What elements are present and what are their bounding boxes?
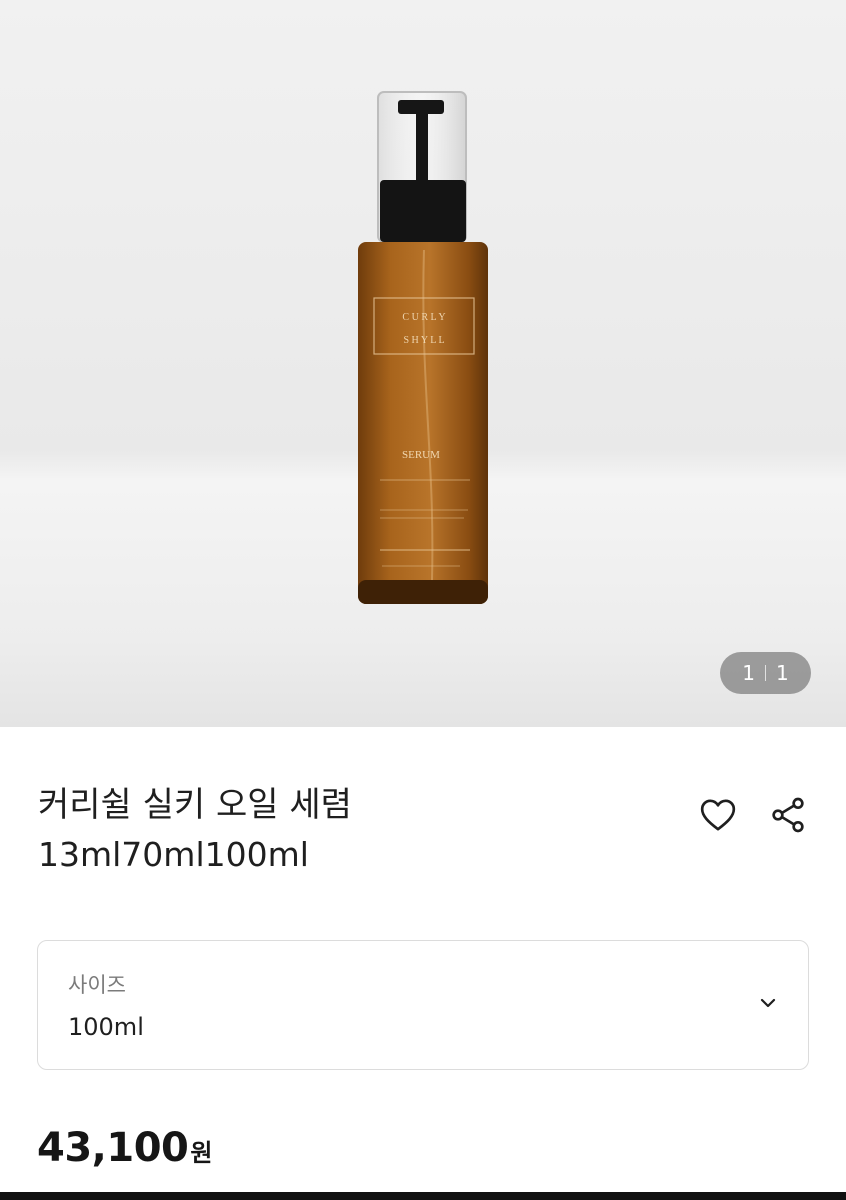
image-page-indicator: 1 1 [720,652,811,694]
page-separator [765,665,766,681]
product-image-carousel[interactable]: C U R L Y S H Y L L SERUM 1 1 [0,0,846,727]
like-button[interactable] [696,793,740,837]
svg-text:SERUM: SERUM [402,449,440,461]
product-price: 43,100 원 [37,1125,212,1171]
svg-text:C U R L Y: C U R L Y [402,312,445,323]
heart-icon [700,799,736,831]
share-icon [772,797,804,833]
price-amount: 43,100 [37,1125,189,1171]
product-image: C U R L Y S H Y L L SERUM [358,91,488,604]
svg-text:S H Y L L: S H Y L L [403,335,444,346]
product-title: 커리쉴 실키 오일 세렴 [38,785,352,825]
chevron-down-icon [760,998,776,1008]
bottom-edge-bar [0,1192,846,1200]
page-current: 1 [742,661,755,685]
share-button[interactable] [766,793,810,837]
page-total: 1 [776,661,789,685]
price-currency-unit: 원 [190,1139,213,1167]
product-subtitle: 13ml70ml100ml [38,835,309,874]
size-option-select[interactable]: 사이즈 100ml [37,940,809,1070]
option-selected-value: 100ml [68,1013,144,1041]
option-label: 사이즈 [68,973,126,997]
product-title-block: 커리쉴 실키 오일 세렴 13ml70ml100ml [38,780,658,880]
